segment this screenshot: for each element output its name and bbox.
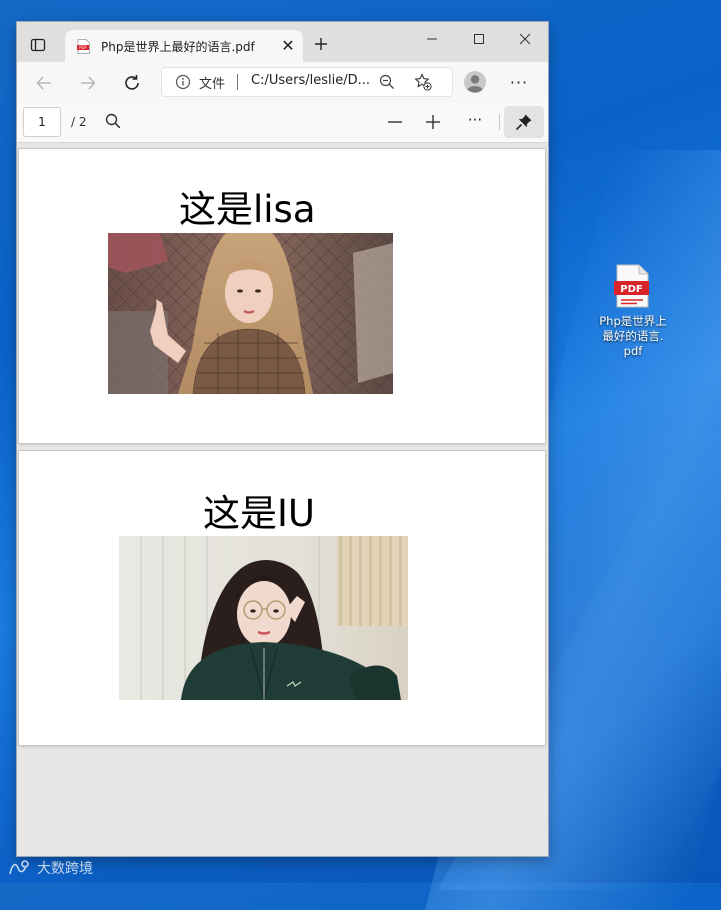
page-heading: 这是lisa <box>179 188 316 231</box>
watermark-text: 大数跨境 <box>37 861 93 877</box>
url-field[interactable]: 文件 C:/Users/leslie/D... <box>161 67 453 97</box>
toolbar-divider <box>499 114 500 130</box>
info-icon[interactable] <box>175 74 191 90</box>
pdf-file-icon: PDF <box>77 39 90 54</box>
profile-avatar-icon[interactable] <box>463 70 487 94</box>
desktop-icon-label-line: Php是世界上 <box>599 314 667 328</box>
svg-text:PDF: PDF <box>79 45 87 50</box>
zoom-out-magnifier-icon[interactable] <box>379 74 395 90</box>
close-window-icon[interactable] <box>503 26 547 52</box>
page-number-input[interactable]: 1 <box>23 107 61 137</box>
pdf-file-icon: PDF <box>614 264 649 308</box>
address-bar: 文件 C:/Users/leslie/D... ··· <box>17 62 548 102</box>
forward-arrow-icon[interactable] <box>75 70 101 96</box>
browser-window: PDF Php是世界上最好的语言.pdf ✕ 文件 C:/Users/lesli… <box>17 22 548 856</box>
more-options-icon[interactable]: ··· <box>505 70 533 94</box>
tab-actions-icon[interactable] <box>27 34 49 56</box>
desktop-pdf-file[interactable]: PDF Php是世界上 最好的语言. pdf <box>592 262 674 370</box>
tab-active[interactable]: PDF Php是世界上最好的语言.pdf ✕ <box>65 30 303 62</box>
back-arrow-icon[interactable] <box>31 70 57 96</box>
watermark: 大数跨境 <box>8 858 93 878</box>
url-divider <box>237 74 238 90</box>
close-tab-icon[interactable]: ✕ <box>279 36 297 55</box>
refresh-icon[interactable] <box>119 70 145 96</box>
new-tab-icon[interactable] <box>311 34 331 54</box>
page-total: / 2 <box>71 115 87 129</box>
pdf-page-2: 这是IU <box>19 451 545 745</box>
title-bar: PDF Php是世界上最好的语言.pdf ✕ <box>17 22 548 62</box>
search-icon[interactable] <box>105 113 121 129</box>
desktop-icon-label-line: pdf <box>623 344 643 358</box>
url-scheme-label: 文件 <box>199 77 226 92</box>
minimize-icon[interactable] <box>410 26 454 52</box>
desktop-icon-label: Php是世界上 最好的语言. pdf <box>592 314 674 359</box>
url-text[interactable]: C:/Users/leslie/D... <box>251 73 370 88</box>
zoom-in-icon[interactable] <box>423 112 443 132</box>
add-favorite-icon[interactable] <box>414 73 432 91</box>
pin-toolbar-icon[interactable] <box>504 106 544 138</box>
pdf-toolbar: 1 / 2 ··· <box>17 102 548 143</box>
zoom-out-icon[interactable] <box>385 112 405 132</box>
page-heading: 这是IU <box>203 492 315 535</box>
photo-woman-blonde-hair-plaid-dress <box>108 233 393 394</box>
maximize-icon[interactable] <box>457 26 501 52</box>
pdf-more-options-icon[interactable]: ··· <box>463 111 487 131</box>
pdf-page-1: 这是lisa <box>19 149 545 443</box>
svg-text:PDF: PDF <box>620 284 642 295</box>
tab-title: Php是世界上最好的语言.pdf <box>101 40 255 54</box>
photo-woman-glasses-green-jacket <box>119 536 408 700</box>
watermark-logo-icon <box>9 860 29 875</box>
desktop-icon-label-line: 最好的语言. <box>602 329 664 343</box>
